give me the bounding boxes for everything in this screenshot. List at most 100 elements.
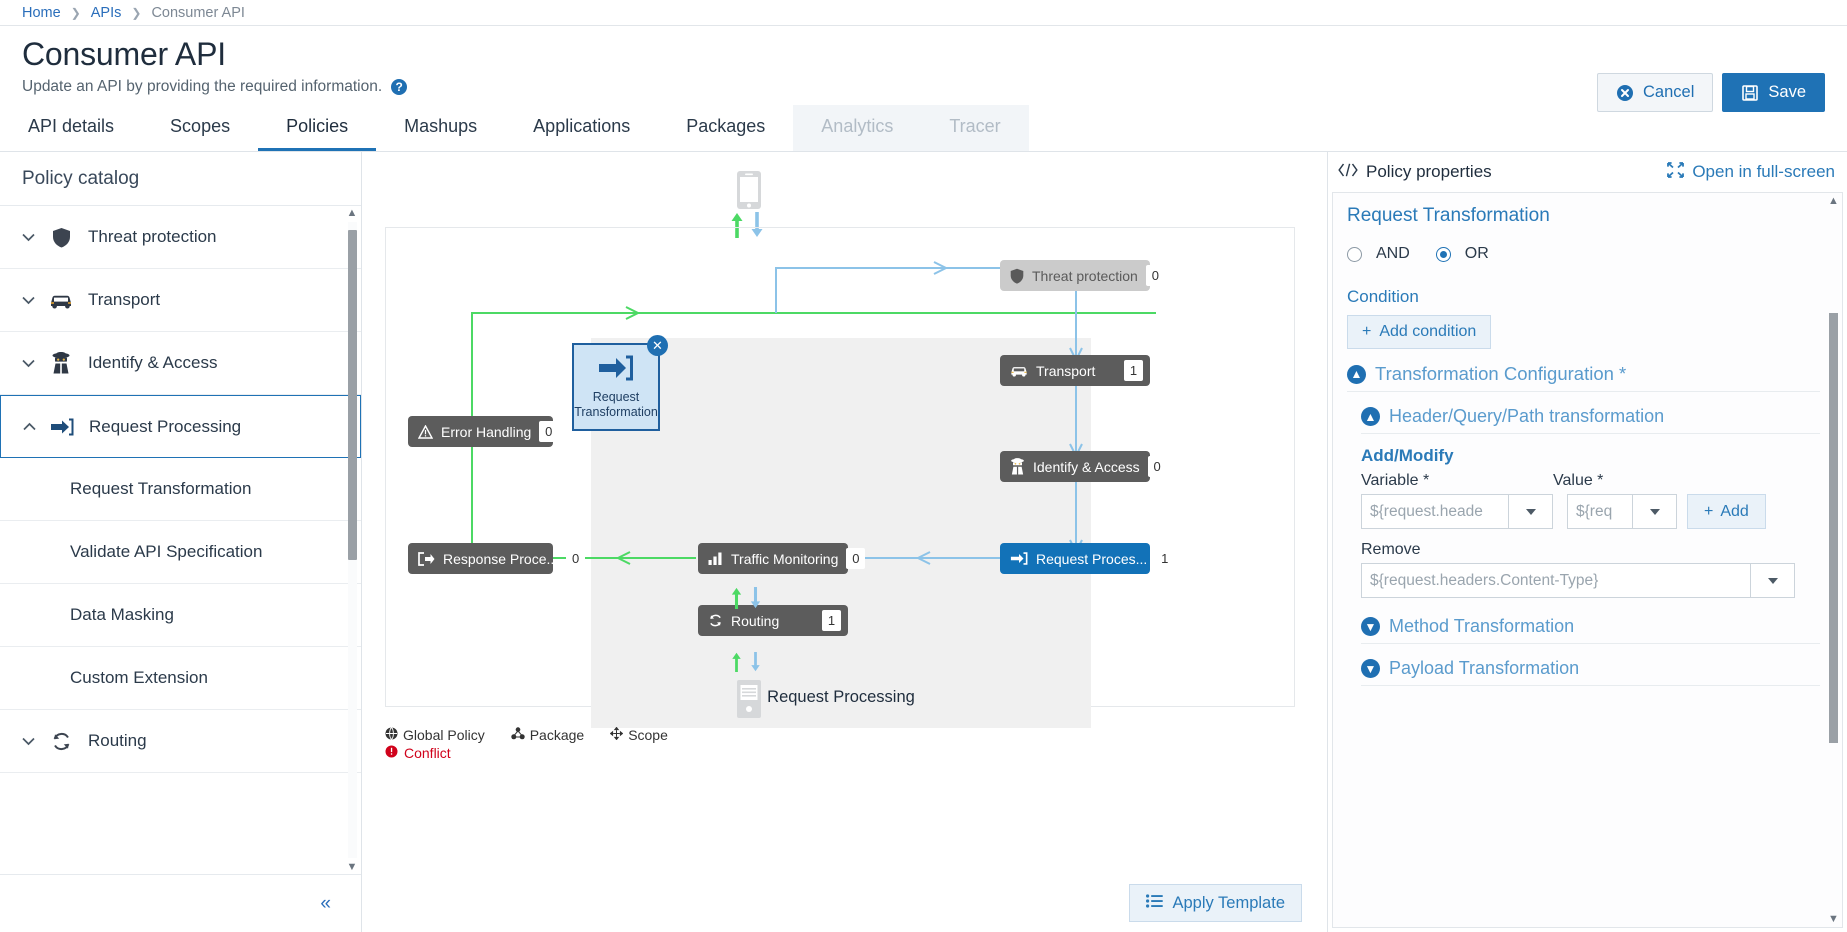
stage-chip-identify-access[interactable]: Identify & Access 0 — [1000, 451, 1167, 482]
shield-icon — [1010, 268, 1024, 284]
tab-mashups[interactable]: Mashups — [376, 105, 505, 151]
value-input[interactable]: ${req — [1567, 494, 1633, 529]
open-fullscreen-label: Open in full-screen — [1692, 162, 1835, 181]
radio-and[interactable] — [1347, 246, 1362, 262]
section-label: Payload Transformation — [1389, 658, 1580, 678]
catalog-group-threat-protection[interactable]: Threat protection — [0, 206, 361, 269]
catalog-group-request-processing[interactable]: Request Processing — [0, 395, 361, 458]
legend-item-scope: Scope — [609, 726, 668, 743]
catalog-group-label: Identify & Access — [88, 353, 218, 372]
stage-chip-count: 0 — [846, 548, 866, 569]
tab-scopes[interactable]: Scopes — [142, 105, 258, 151]
request-up-arrow-icon — [730, 652, 743, 676]
stage-chip-threat-protection[interactable]: Threat protection 0 — [1000, 260, 1165, 291]
stage-chip-count: 0 — [1147, 456, 1167, 477]
catalog-item-data-masking[interactable]: Data Masking — [0, 584, 361, 647]
breadcrumb-item-apis[interactable]: APIs — [91, 5, 122, 21]
catalog-group-routing[interactable]: Routing — [0, 710, 361, 773]
stage-chip-count: 0 — [1145, 265, 1165, 286]
arrow-into-bracket-icon — [1010, 552, 1028, 565]
code-brackets-icon — [1338, 162, 1358, 182]
move-icon — [609, 726, 624, 743]
catalog-item-request-transformation[interactable]: Request Transformation — [0, 458, 361, 521]
add-modify-inputs: ${request.heade ${req + Add — [1361, 494, 1820, 529]
remove-input[interactable]: ${request.headers.Content-Type} — [1361, 563, 1751, 598]
legend-label: Global Policy — [403, 727, 485, 743]
policy-card-request-transformation[interactable]: ✕ Request Transformation — [572, 335, 668, 431]
catalog-group-transport[interactable]: Transport — [0, 269, 361, 332]
stage-chip-error-handling[interactable]: Error Handling 0 — [408, 416, 559, 447]
chevron-down-icon — [1767, 577, 1778, 584]
value-label: Value * — [1553, 472, 1604, 489]
chevron-up-circle-icon: ▲ — [1347, 364, 1366, 384]
save-button[interactable]: Save — [1722, 73, 1825, 112]
value-dropdown-toggle[interactable] — [1633, 494, 1677, 529]
radio-or-label: OR — [1464, 245, 1489, 262]
tab-applications[interactable]: Applications — [505, 105, 658, 151]
stage-chip-transport[interactable]: Transport 1 — [1000, 355, 1150, 386]
breadcrumb-item-home[interactable]: Home — [22, 5, 61, 21]
policy-flow-canvas[interactable]: Request Processing ✕ Request Transformat… — [362, 152, 1327, 932]
globe-icon — [385, 727, 398, 743]
close-icon[interactable]: ✕ — [647, 335, 668, 356]
apply-template-button[interactable]: Apply Template — [1129, 884, 1302, 922]
stage-chip-label: Traffic Monitoring — [731, 550, 839, 567]
cancel-button[interactable]: Cancel — [1597, 73, 1714, 112]
tab-packages[interactable]: Packages — [658, 105, 793, 151]
add-button[interactable]: + Add — [1687, 494, 1766, 529]
legend-row-primary: Global Policy Package Scope — [385, 726, 835, 743]
catalog-scrollbar[interactable]: ▲ ▼ — [345, 206, 359, 874]
scroll-up-icon[interactable]: ▲ — [345, 206, 359, 220]
scroll-down-icon[interactable]: ▼ — [1826, 911, 1841, 927]
add-condition-button[interactable]: + Add condition — [1347, 315, 1492, 349]
variable-dropdown-toggle[interactable] — [1509, 494, 1553, 529]
variable-input[interactable]: ${request.heade — [1361, 494, 1509, 529]
help-icon[interactable]: ? — [391, 79, 408, 95]
request-processing-zone — [591, 338, 1091, 728]
collapse-panel-icon[interactable]: « — [320, 893, 331, 915]
properties-scroll-thumb[interactable] — [1829, 313, 1838, 743]
page-subtitle-row: Update an API by providing the required … — [22, 78, 1825, 96]
properties-scrollbar[interactable]: ▲ ▼ — [1826, 193, 1841, 927]
main-body: Policy catalog Threat protection Transpo… — [0, 152, 1847, 932]
breadcrumb: Home ❯ APIs ❯ Consumer API — [0, 0, 1847, 26]
page-title: Consumer API — [22, 36, 226, 72]
catalog-item-validate-api-specification[interactable]: Validate API Specification — [0, 521, 361, 584]
stage-chip-label: Threat protection — [1032, 267, 1138, 284]
stage-chip-routing[interactable]: Routing 1 — [698, 605, 848, 636]
tab-api-details[interactable]: API details — [0, 105, 142, 151]
floppy-disk-icon — [1741, 84, 1759, 102]
stage-chip-traffic-monitoring[interactable]: Traffic Monitoring 0 — [698, 543, 866, 574]
stage-chip-label: Request Proces... — [1036, 550, 1148, 567]
open-fullscreen-button[interactable]: Open in full-screen — [1667, 161, 1835, 183]
scroll-down-icon[interactable]: ▼ — [345, 860, 359, 874]
breadcrumb-separator-2: ❯ — [131, 5, 142, 20]
stage-chip-label: Error Handling — [441, 423, 532, 440]
radio-or[interactable] — [1435, 246, 1451, 262]
section-payload-transformation[interactable]: ▼ Payload Transformation — [1361, 658, 1820, 686]
add-modify-block: Add/Modify Variable * Value * ${request.… — [1361, 446, 1820, 598]
plus-icon: + — [1704, 502, 1714, 520]
section-header-query-path-transformation[interactable]: ▲ Header/Query/Path transformation — [1361, 406, 1820, 434]
section-method-transformation[interactable]: ▼ Method Transformation — [1361, 616, 1820, 644]
catalog-scroll-thumb[interactable] — [348, 230, 357, 560]
catalog-group-identify-access[interactable]: Identify & Access — [0, 332, 361, 395]
stage-chip-request-processing[interactable]: Request Proces... 1 — [1000, 543, 1175, 574]
package-icon — [511, 727, 525, 743]
remove-dropdown-toggle[interactable] — [1751, 563, 1795, 598]
stage-chip-response-processing[interactable]: Response Proce... 0 — [408, 543, 586, 574]
policy-catalog-heading: Policy catalog — [0, 152, 361, 206]
catalog-item-custom-extension[interactable]: Custom Extension — [0, 647, 361, 710]
catalog-group-label: Threat protection — [88, 227, 217, 246]
policy-card-label-line1: Request — [592, 390, 640, 405]
bottom-flow-arrows — [730, 652, 762, 676]
section-transformation-configuration[interactable]: ▲ Transformation Configuration * — [1347, 363, 1820, 392]
policy-catalog-panel: Policy catalog Threat protection Transpo… — [0, 152, 362, 932]
chevron-down-circle-icon: ▼ — [1361, 659, 1380, 678]
scroll-up-icon[interactable]: ▲ — [1826, 193, 1841, 209]
legend-row-conflict: Conflict — [385, 745, 835, 761]
tab-policies[interactable]: Policies — [258, 105, 377, 151]
flow-frame: Request Processing ✕ Request Transformat… — [385, 227, 1295, 728]
page-header: Consumer API Update an API by providing … — [0, 26, 1847, 112]
page-subtitle: Update an API by providing the required … — [22, 78, 383, 95]
